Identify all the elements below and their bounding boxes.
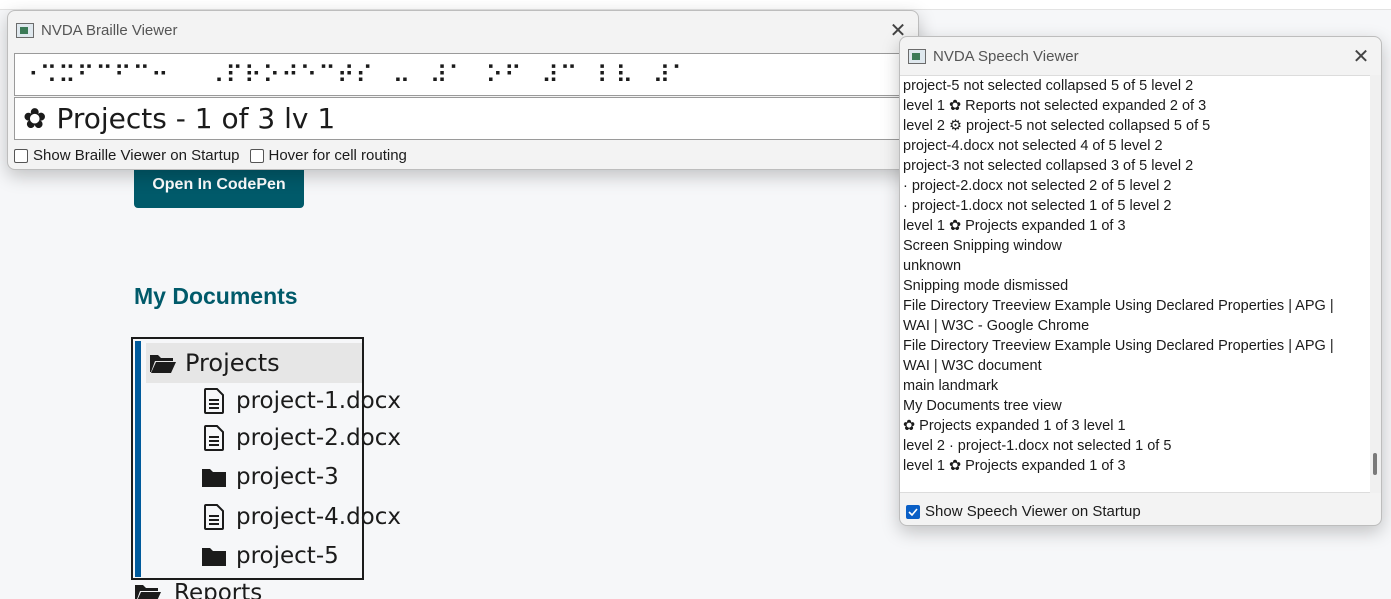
braille-viewer-titlebar[interactable]: NVDA Braille Viewer ✕ (8, 11, 918, 49)
show-speech-viewer-startup-checkbox[interactable]: Show Speech Viewer on Startup (906, 503, 1141, 520)
speech-line: Snipping mode dismissed (903, 278, 1069, 294)
scrollbar-thumb[interactable] (1373, 453, 1377, 475)
checkbox-label: Show Braille Viewer on Startup (33, 147, 240, 164)
tree-item-project-1[interactable]: project-1.docx (200, 383, 401, 419)
speech-line: Screen Snipping window (903, 238, 1062, 254)
speech-line: WAI | W3C - Google Chrome (903, 318, 1090, 334)
file-tree[interactable]: Projects project-1.docx project-2.docx p… (131, 337, 401, 580)
window-title: NVDA Braille Viewer (41, 21, 178, 39)
speech-line: ✿ Projects expanded 1 of 3 level 1 (903, 418, 1126, 434)
tree-item-label: project-2.docx (236, 425, 401, 451)
tree-item-label: project-3 (236, 464, 339, 490)
speech-viewer-titlebar[interactable]: NVDA Speech Viewer ✕ (900, 37, 1381, 75)
speech-line: project-3 not selected collapsed 3 of 5 … (903, 158, 1194, 174)
nvda-app-icon (908, 48, 926, 64)
flower-marker-icon: ✿ (23, 102, 47, 135)
tree-item-label: project-5 (236, 543, 339, 569)
speech-line: level 2 · project-1.docx not selected 1 … (903, 438, 1172, 454)
folder-icon (200, 542, 228, 570)
close-icon[interactable]: ✕ (1341, 37, 1381, 75)
window-title: NVDA Speech Viewer (933, 47, 1079, 65)
speech-line: level 1 ✿ Reports not selected expanded … (903, 98, 1207, 114)
speech-line: main landmark (903, 378, 999, 394)
speech-viewer-window: NVDA Speech Viewer ✕ project-5 not selec… (899, 36, 1382, 526)
checkbox-box[interactable] (906, 504, 920, 519)
document-icon (200, 424, 228, 452)
tree-item-reports[interactable]: Reports (134, 580, 262, 599)
tree-item-projects[interactable]: Projects (146, 343, 362, 383)
speech-line: · project-2.docx not selected 2 of 5 lev… (903, 178, 1172, 194)
focus-indicator-bar (135, 341, 141, 577)
braille-text-display[interactable]: ✿ Projects - 1 of 3 lv 1 (14, 97, 913, 140)
braille-cells-display[interactable]: ⠐⠩⠭⠋⠉⠋⠉⠒⠀⠀⠠⠏⠗⠕⠚⠑⠉⠞⠎⠀⠤⠀⠼⠁⠀⠕⠋⠀⠼⠉⠀⠇⠧⠀⠼⠁ (14, 53, 913, 96)
checkbox-box[interactable] (249, 148, 264, 163)
tree-item-label: project-1.docx (236, 388, 401, 414)
speech-line: level 1 ✿ Projects expanded 1 of 3 (903, 218, 1126, 234)
checkbox-label: Hover for cell routing (268, 147, 407, 164)
folder-icon (200, 463, 228, 491)
speech-line: unknown (903, 258, 962, 274)
speech-line: project-4.docx not selected 4 of 5 level… (903, 138, 1163, 154)
browser-page-top (0, 0, 1391, 10)
speech-line: File Directory Treeview Example Using De… (903, 298, 1334, 314)
speech-line: project-5 not selected collapsed 5 of 5 … (903, 78, 1194, 94)
speech-line: level 2 ⚙ project-5 not selected collaps… (903, 118, 1211, 134)
tree-item-label: Reports (174, 580, 263, 599)
folder-open-icon (149, 349, 177, 377)
speech-log-scrollbar[interactable] (1370, 75, 1381, 493)
checkmark-icon (908, 507, 918, 516)
tree-item-label: Projects (185, 349, 280, 377)
checkbox-label: Show Speech Viewer on Startup (925, 503, 1141, 520)
braille-text-value: Projects - 1 of 3 lv 1 (56, 102, 336, 135)
show-braille-viewer-startup-checkbox[interactable]: Show Braille Viewer on Startup (14, 147, 240, 164)
nvda-app-icon (16, 22, 34, 38)
braille-viewer-window: NVDA Braille Viewer ✕ ⠐⠩⠭⠋⠉⠋⠉⠒⠀⠀⠠⠏⠗⠕⠚⠑⠉⠞… (7, 10, 919, 170)
speech-log[interactable]: project-5 not selected collapsed 5 of 5 … (900, 75, 1372, 493)
tree-item-project-5[interactable]: project-5 (200, 538, 339, 574)
tree-item-project-2[interactable]: project-2.docx (200, 420, 401, 456)
checkbox-box[interactable] (14, 148, 28, 163)
tree-item-label: project-4.docx (236, 504, 401, 530)
speech-line: My Documents tree view (903, 398, 1062, 414)
document-icon (200, 503, 228, 531)
speech-line: WAI | W3C document (903, 358, 1042, 374)
folder-open-icon (134, 582, 162, 599)
my-documents-heading: My Documents (134, 283, 298, 309)
tree-item-project-4[interactable]: project-4.docx (200, 499, 401, 535)
speech-line: File Directory Treeview Example Using De… (903, 338, 1334, 354)
speech-line: · project-1.docx not selected 1 of 5 lev… (903, 198, 1172, 214)
tree-item-project-3[interactable]: project-3 (200, 459, 339, 495)
hover-cell-routing-checkbox[interactable]: Hover for cell routing (249, 147, 407, 164)
document-icon (200, 387, 228, 415)
speech-line: level 1 ✿ Projects expanded 1 of 3 (903, 458, 1126, 474)
